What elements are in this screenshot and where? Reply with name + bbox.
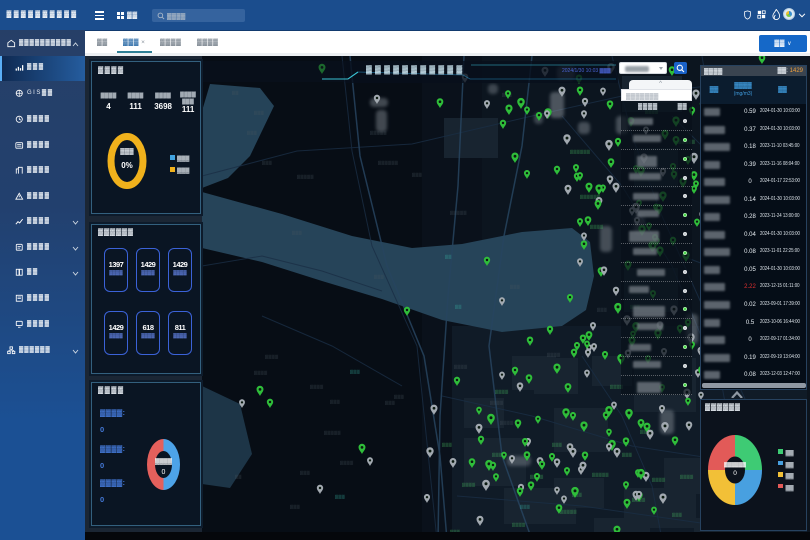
svg-text:▒▒▒: ▒▒▒ [254,110,264,115]
svg-text:▒▒▒: ▒▒▒ [597,307,607,312]
svg-text:▒▒▒▒▒: ▒▒▒▒▒ [370,130,387,135]
svg-text:▒▒▒▒: ▒▒▒▒ [680,474,693,479]
svg-text:▒▒▒: ▒▒▒ [290,504,300,509]
svg-text:▒▒▒: ▒▒▒ [247,130,257,135]
svg-text:▒▒: ▒▒ [455,304,462,309]
svg-text:▒▒▒: ▒▒▒ [262,160,272,165]
svg-text:▒▒▒▒: ▒▒▒▒ [500,420,513,425]
svg-text:▒▒▒▒: ▒▒▒▒ [590,224,603,229]
svg-text:▒▒▒: ▒▒▒ [385,400,395,405]
svg-text:▒▒▒: ▒▒▒ [412,172,422,177]
svg-text:▒▒▒▒▒▒: ▒▒▒▒▒▒ [378,160,398,165]
svg-text:▒▒: ▒▒ [232,90,239,95]
svg-text:▒▒▒: ▒▒▒ [335,494,345,499]
svg-text:▒▒▒▒: ▒▒▒▒ [340,460,353,465]
svg-text:▒▒▒: ▒▒▒ [442,442,452,447]
svg-text:▒▒▒▒: ▒▒▒▒ [454,364,467,369]
svg-text:▒▒▒: ▒▒▒ [350,369,360,374]
svg-text:▒▒▒▒: ▒▒▒▒ [490,400,503,405]
svg-text:▒▒▒▒▒: ▒▒▒▒▒ [297,174,314,179]
svg-text:▒▒▒▒: ▒▒▒▒ [495,389,508,394]
svg-text:▒▒▒▒: ▒▒▒▒ [652,477,665,482]
svg-text:▒▒▒▒: ▒▒▒▒ [547,352,560,357]
svg-text:▒▒▒: ▒▒▒ [374,274,384,279]
svg-text:▒▒▒: ▒▒▒ [292,230,302,235]
svg-text:▒▒▒: ▒▒▒ [394,394,404,399]
svg-text:▒▒▒: ▒▒▒ [520,504,530,509]
svg-text:▒▒▒▒: ▒▒▒▒ [254,370,267,375]
svg-text:▒▒▒: ▒▒▒ [622,452,632,457]
svg-text:▒▒▒: ▒▒▒ [300,470,310,475]
svg-text:▒▒▒: ▒▒▒ [672,512,682,517]
svg-text:▒▒▒▒▒▒: ▒▒▒▒▒▒ [570,149,590,154]
svg-text:▒▒▒▒▒: ▒▒▒▒▒ [450,210,467,215]
svg-text:▒▒▒▒: ▒▒▒▒ [310,384,323,389]
svg-text:▒▒▒▒▒: ▒▒▒▒▒ [592,472,609,477]
svg-text:▒▒▒▒: ▒▒▒▒ [462,482,475,487]
svg-text:▒▒▒▒: ▒▒▒▒ [265,354,278,359]
svg-text:▒▒▒▒▒: ▒▒▒▒▒ [560,509,577,514]
svg-text:▒▒▒: ▒▒▒ [552,442,562,447]
svg-text:▒▒▒: ▒▒▒ [510,284,520,289]
svg-text:▒▒: ▒▒ [445,254,452,259]
svg-text:▒▒: ▒▒ [235,474,242,479]
svg-text:▒▒▒▒▒: ▒▒▒▒▒ [324,430,341,435]
svg-text:▒▒▒: ▒▒▒ [330,399,340,404]
svg-text:▒▒▒▒: ▒▒▒▒ [512,522,525,527]
